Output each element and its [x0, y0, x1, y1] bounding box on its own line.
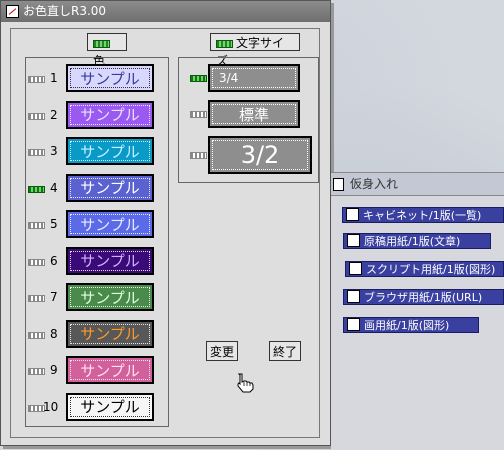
color-sample-text: サンプル [70, 68, 150, 88]
virtual-body-window: 仮身入れ キャビネット/1版(一覧) 原稿用紙/1版(文章) スクリプト用紙/1版(… [331, 172, 504, 450]
title-bar[interactable]: お色直しR3.00 [1, 1, 330, 22]
window-title: お色直しR3.00 [23, 4, 107, 18]
color-indicator-icon[interactable] [28, 112, 45, 120]
virtual-body-title-bar[interactable]: 仮身入れ [331, 172, 504, 196]
color-row-number: 6 [50, 253, 58, 268]
color-sample-4[interactable]: サンプル [66, 173, 154, 202]
color-row-number: 7 [50, 290, 58, 304]
size-option-1[interactable]: 3/4 [208, 64, 300, 92]
document-icon [347, 318, 360, 331]
virtual-body-item[interactable]: 画用紙/1版(図形) [343, 317, 479, 333]
size-header-button[interactable]: 文字サイズ [210, 33, 300, 68]
color-row-number: 10 [43, 399, 59, 414]
size-option-text: 3/4 [212, 68, 296, 88]
virtual-body-item[interactable]: 原稿用紙/1版(文章) [343, 233, 491, 249]
color-indicator-icon[interactable] [28, 222, 45, 229]
size-group: 3/4 標準 3/2 [178, 57, 319, 183]
color-indicator-icon[interactable] [28, 149, 45, 156]
color-row-number: 4 [50, 180, 58, 195]
virtual-body-item[interactable]: スクリプト用紙/1版(図形) [345, 261, 504, 277]
window-icon[interactable] [6, 5, 19, 18]
document-icon [349, 262, 362, 275]
color-sample-8[interactable]: サンプル [66, 319, 154, 348]
virtual-body-title: 仮身入れ [350, 177, 399, 191]
virtual-body-item-label: 画用紙/1版(図形) [364, 319, 450, 332]
color-sample-10[interactable]: サンプル [66, 392, 154, 421]
virtual-body-item-label: キャビネット/1版(一覧) [363, 209, 482, 222]
hand-pointer-icon [237, 373, 254, 393]
change-button[interactable]: 変更 [206, 341, 238, 361]
main-panel: 色 文字サイズ 1 サンプル 2 サンプル 3 サンプル 4 サンプル 5 サンプル 6 サンプル 7 サ… [10, 28, 320, 438]
color-indicator-icon[interactable] [28, 76, 45, 83]
color-indicator-icon[interactable] [28, 368, 45, 375]
size-indicator-icon[interactable] [190, 75, 207, 82]
color-row-number: 2 [50, 107, 58, 122]
color-sample-text: サンプル [70, 396, 150, 417]
size-indicator-icon[interactable] [190, 111, 207, 118]
color-sample-3[interactable]: サンプル [66, 137, 154, 165]
color-indicator-icon[interactable] [28, 331, 45, 339]
color-sample-text: サンプル [70, 214, 150, 234]
virtual-body-item-label: 原稿用紙/1版(文章) [364, 235, 461, 248]
color-row-number: 8 [50, 326, 58, 341]
virtual-body-item-label: スクリプト用紙/1版(図形) [366, 263, 496, 276]
color-indicator-icon[interactable] [28, 185, 45, 193]
color-sample-text: サンプル [70, 141, 150, 161]
color-sample-text: サンプル [70, 250, 150, 271]
color-sample-text: サンプル [70, 360, 150, 380]
color-indicator-icon [93, 39, 110, 48]
color-sample-text: サンプル [70, 323, 150, 344]
size-option-text: 標準 [212, 104, 296, 124]
size-option-3[interactable]: 3/2 [208, 136, 312, 174]
color-sample-7[interactable]: サンプル [66, 283, 154, 311]
size-indicator-icon[interactable] [190, 152, 207, 159]
color-sample-2[interactable]: サンプル [66, 100, 154, 129]
color-row-number: 9 [50, 363, 58, 377]
color-row-number: 5 [50, 217, 58, 231]
color-sample-9[interactable]: サンプル [66, 356, 154, 384]
size-option-text: 3/2 [212, 140, 308, 170]
virtual-body-item[interactable]: キャビネット/1版(一覧) [342, 207, 504, 223]
size-indicator-icon [216, 39, 233, 48]
close-button[interactable]: 終了 [269, 341, 301, 361]
color-row-number: 1 [50, 71, 58, 85]
color-header-button[interactable]: 色 [87, 33, 127, 68]
color-indicator-icon[interactable] [28, 258, 45, 266]
document-icon [346, 208, 359, 221]
document-icon [347, 290, 360, 303]
color-sample-5[interactable]: サンプル [66, 210, 154, 238]
color-row-number: 3 [50, 144, 58, 158]
color-indicator-icon[interactable] [28, 295, 45, 302]
main-window: お色直しR3.00 色 文字サイズ 1 サンプル 2 サンプル 3 サンプル 4 サンプル 5 サ… [0, 0, 331, 446]
virtual-body-item[interactable]: ブラウザ用紙/1版(URL) [343, 289, 504, 305]
color-sample-6[interactable]: サンプル [66, 246, 154, 275]
color-group: 1 サンプル 2 サンプル 3 サンプル 4 サンプル 5 サンプル 6 サンプル 7 サンプル 8 サンプル… [25, 57, 169, 427]
size-option-2[interactable]: 標準 [208, 100, 300, 128]
color-sample-text: サンプル [70, 287, 150, 307]
document-icon [347, 234, 360, 247]
color-sample-text: サンプル [70, 104, 150, 125]
virtual-body-item-label: ブラウザ用紙/1版(URL) [364, 291, 483, 304]
color-sample-text: サンプル [70, 177, 150, 198]
color-sample-1[interactable]: サンプル [66, 64, 154, 92]
window-icon[interactable] [333, 178, 344, 191]
